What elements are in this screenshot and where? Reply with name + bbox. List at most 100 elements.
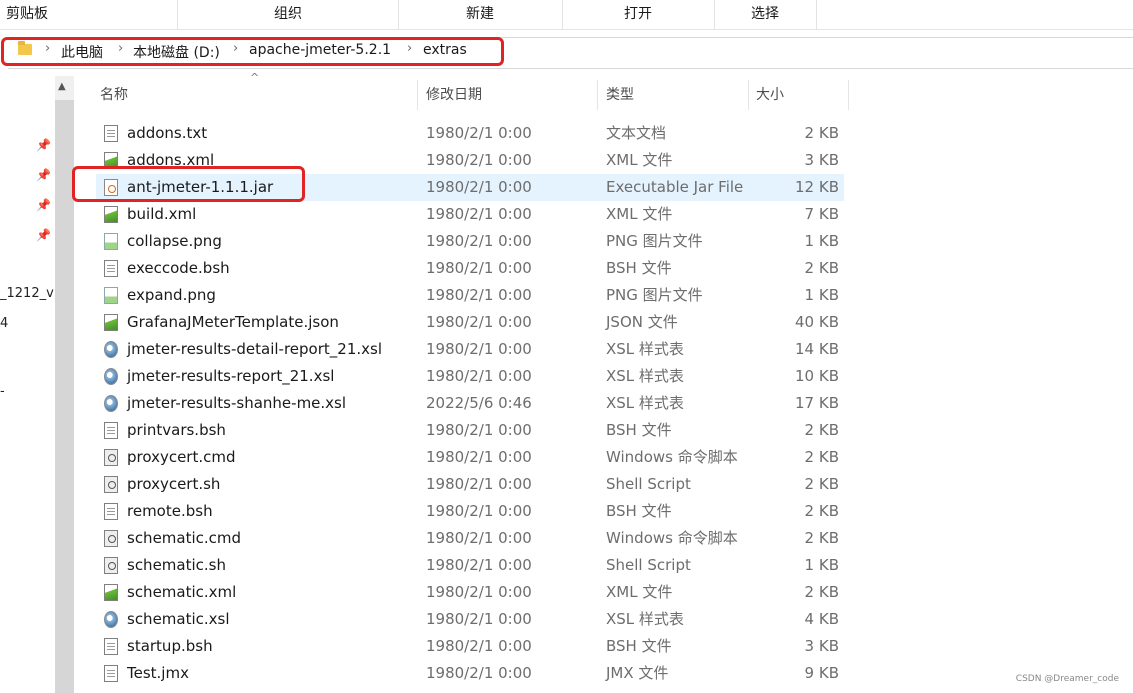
file-name: addons.txt — [127, 124, 208, 142]
file-type: 文本文档 — [606, 124, 667, 142]
xml-file-icon — [104, 206, 118, 223]
file-date: 1980/2/1 0:00 — [426, 313, 532, 331]
file-type: XML 文件 — [606, 151, 673, 169]
file-name: schematic.cmd — [127, 529, 242, 547]
pin-icon[interactable]: 📌 — [36, 228, 51, 242]
file-size: 1 KB — [804, 556, 839, 574]
column-divider[interactable] — [417, 80, 418, 110]
file-row[interactable]: schematic.sh 1980/2/1 0:00 Shell Script 1 K… — [96, 552, 844, 579]
xsl-file-icon — [104, 395, 118, 412]
file-row[interactable]: proxycert.cmd 1980/2/1 0:00 Windows 命令脚本 2 … — [96, 444, 844, 471]
file-date: 1980/2/1 0:00 — [426, 664, 532, 682]
file-size: 1 KB — [804, 232, 839, 250]
file-row[interactable]: printvars.bsh 1980/2/1 0:00 BSH 文件 2 KB — [96, 417, 844, 444]
file-name: execcode.bsh — [127, 259, 230, 277]
file-date: 1980/2/1 0:00 — [426, 610, 532, 628]
ribbon-divider — [0, 29, 1133, 30]
file-name: jmeter-results-detail-report_21.xsl — [127, 340, 382, 358]
ribbon-group-organize[interactable]: 组织 — [178, 0, 399, 29]
file-type: XSL 样式表 — [606, 367, 684, 385]
file-type: JSON 文件 — [606, 313, 678, 331]
file-size: 2 KB — [804, 502, 839, 520]
file-size: 14 KB — [795, 340, 839, 358]
ribbon-group-new[interactable]: 新建 — [398, 0, 563, 29]
file-row[interactable]: addons.txt 1980/2/1 0:00 文本文档 2 KB — [96, 120, 844, 147]
file-date: 1980/2/1 0:00 — [426, 421, 532, 439]
file-date: 1980/2/1 0:00 — [426, 340, 532, 358]
xsl-file-icon — [104, 341, 118, 358]
file-name: remote.bsh — [127, 502, 213, 520]
file-type: Shell Script — [606, 475, 691, 493]
blank-file-icon — [104, 638, 118, 655]
nav-item-partial[interactable]: _1212_v — [0, 286, 54, 301]
file-type: XML 文件 — [606, 205, 673, 223]
file-name: schematic.xml — [127, 583, 237, 601]
file-row[interactable]: remote.bsh 1980/2/1 0:00 BSH 文件 2 KB — [96, 498, 844, 525]
file-row[interactable]: jmeter-results-report_21.xsl 1980/2/1 0:0… — [96, 363, 844, 390]
png-file-icon — [104, 287, 118, 304]
file-row[interactable]: execcode.bsh 1980/2/1 0:00 BSH 文件 2 KB — [96, 255, 844, 282]
blank-file-icon — [104, 260, 118, 277]
file-date: 1980/2/1 0:00 — [426, 232, 532, 250]
file-name: jmeter-results-report_21.xsl — [127, 367, 335, 385]
pin-icon[interactable]: 📌 — [36, 168, 51, 182]
file-date: 1980/2/1 0:00 — [426, 178, 532, 196]
pin-icon[interactable]: 📌 — [36, 138, 51, 152]
file-row[interactable]: proxycert.sh 1980/2/1 0:00 Shell Script 2 K… — [96, 471, 844, 498]
file-date: 1980/2/1 0:00 — [426, 502, 532, 520]
file-row[interactable]: schematic.cmd 1980/2/1 0:00 Windows 命令脚本 2 … — [96, 525, 844, 552]
column-divider[interactable] — [748, 80, 749, 110]
file-size: 9 KB — [804, 664, 839, 682]
file-size: 2 KB — [804, 448, 839, 466]
column-divider[interactable] — [848, 80, 849, 110]
pin-icon[interactable]: 📌 — [36, 198, 51, 212]
file-name: schematic.sh — [127, 556, 226, 574]
file-row[interactable]: schematic.xsl 1980/2/1 0:00 XSL 样式表 4 KB — [96, 606, 844, 633]
column-header-date[interactable]: 修改日期 — [426, 80, 594, 110]
file-date: 1980/2/1 0:00 — [426, 637, 532, 655]
file-size: 17 KB — [795, 394, 839, 412]
file-row[interactable]: jmeter-results-shanhe-me.xsl 2022/5/6 0:4… — [96, 390, 844, 417]
file-name: collapse.png — [127, 232, 222, 250]
file-type: BSH 文件 — [606, 502, 672, 520]
file-type: Windows 命令脚本 — [606, 448, 738, 466]
file-row[interactable]: expand.png 1980/2/1 0:00 PNG 图片文件 1 KB — [96, 282, 844, 309]
file-date: 1980/2/1 0:00 — [426, 556, 532, 574]
file-date: 1980/2/1 0:00 — [426, 367, 532, 385]
file-row[interactable]: schematic.xml 1980/2/1 0:00 XML 文件 2 KB — [96, 579, 844, 606]
file-name: schematic.xsl — [127, 610, 230, 628]
file-size: 2 KB — [804, 529, 839, 547]
file-name: printvars.bsh — [127, 421, 226, 439]
file-date: 1980/2/1 0:00 — [426, 448, 532, 466]
file-date: 1980/2/1 0:00 — [426, 151, 532, 169]
column-header-name[interactable]: 名称 — [100, 80, 416, 110]
file-size: 2 KB — [804, 421, 839, 439]
file-date: 1980/2/1 0:00 — [426, 475, 532, 493]
ribbon-group-open[interactable]: 打开 — [562, 0, 715, 29]
ribbon-group-clipboard[interactable]: 剪贴板 — [0, 0, 178, 29]
ribbon: 剪贴板 组织 新建 打开 选择 — [0, 0, 1133, 30]
nav-item-partial[interactable]: - — [0, 384, 5, 399]
column-header-type[interactable]: 类型 — [606, 80, 746, 110]
file-size: 7 KB — [804, 205, 839, 223]
file-row[interactable]: collapse.png 1980/2/1 0:00 PNG 图片文件 1 KB — [96, 228, 844, 255]
file-type: Windows 命令脚本 — [606, 529, 738, 547]
file-row[interactable]: GrafanaJMeterTemplate.json 1980/2/1 0:00 J… — [96, 309, 844, 336]
ribbon-group-select[interactable]: 选择 — [714, 0, 817, 29]
file-date: 1980/2/1 0:00 — [426, 529, 532, 547]
file-size: 1 KB — [804, 286, 839, 304]
file-date: 1980/2/1 0:00 — [426, 583, 532, 601]
column-header-size[interactable]: 大小 — [756, 80, 846, 110]
file-size: 4 KB — [804, 610, 839, 628]
file-row[interactable]: startup.bsh 1980/2/1 0:00 BSH 文件 3 KB — [96, 633, 844, 660]
nav-item-partial[interactable]: 4 — [0, 316, 8, 331]
file-type: JMX 文件 — [606, 664, 669, 682]
file-size: 10 KB — [795, 367, 839, 385]
scroll-up-icon[interactable]: ▲ — [58, 81, 66, 92]
file-row[interactable]: jmeter-results-detail-report_21.xsl 1980/… — [96, 336, 844, 363]
file-row[interactable]: build.xml 1980/2/1 0:00 XML 文件 7 KB — [96, 201, 844, 228]
file-name: build.xml — [127, 205, 197, 223]
column-divider[interactable] — [597, 80, 598, 110]
file-row[interactable]: Test.jmx 1980/2/1 0:00 JMX 文件 9 KB — [96, 660, 844, 687]
xsl-file-icon — [104, 611, 118, 628]
